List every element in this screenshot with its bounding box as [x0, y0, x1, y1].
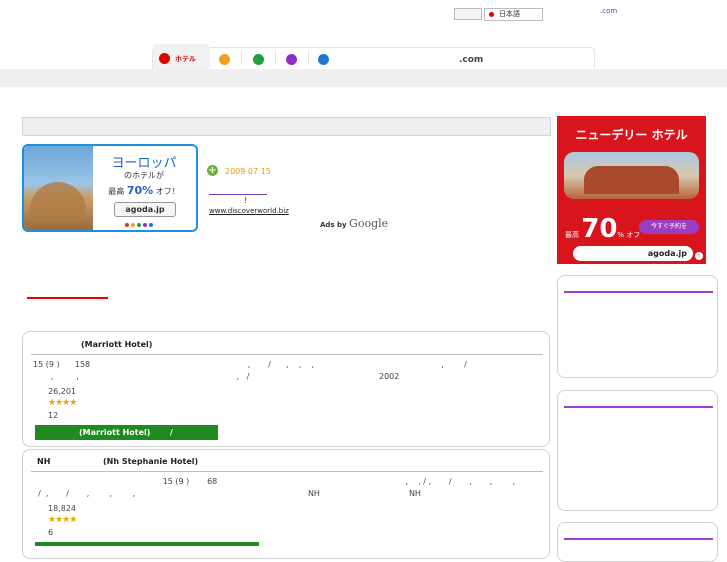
new-delhi-hotel-ad[interactable]: ニューデリー ホテル 最高 70% オフ 今すぐ予約を agoda.jp i	[557, 116, 706, 264]
europe-hotel-banner[interactable]: ヨーロッパ のホテルが 最高 70% オフ！ agoda.jp	[22, 144, 198, 232]
hotel-book-bar[interactable]	[35, 542, 259, 546]
tab-green[interactable]	[253, 54, 264, 65]
subnav-band	[0, 69, 727, 87]
banner-dots	[125, 220, 155, 229]
ad-url[interactable]: www.discoverworld.biz	[209, 207, 289, 215]
building-image	[564, 152, 699, 199]
language-label: 日本語	[499, 10, 520, 18]
side-ad-discount: 最高 70% オフ	[565, 214, 641, 244]
divider	[31, 471, 543, 472]
hotel-reviews: 18,824	[48, 504, 76, 513]
side-box	[557, 522, 718, 562]
info-icon[interactable]: i	[695, 252, 703, 260]
banner-line1: のホテルが	[124, 171, 164, 180]
banner-title: ヨーロッパ	[111, 156, 177, 171]
hotel-desc-line: 15 (9 ) 68 , , / , / , , , , ,	[33, 477, 627, 486]
star-rating: ★★★★	[48, 515, 77, 525]
ad-link[interactable]	[209, 194, 267, 195]
tab-blue[interactable]	[318, 54, 329, 65]
tab-orange[interactable]	[219, 54, 230, 65]
banner-line2: 最高 70% オフ！	[108, 184, 180, 197]
hotel-card: (Marriott Hotel) 15 (9 ) 158 , / , , , ,…	[22, 331, 550, 447]
hotel-name[interactable]: (Nh Stephanie Hotel)	[103, 457, 198, 466]
top-link[interactable]: .com	[600, 7, 617, 15]
hotel-reviews: 26,201	[48, 387, 76, 396]
search-bar	[22, 117, 551, 136]
star-rating: ★★★★	[48, 398, 77, 408]
divider	[31, 354, 543, 355]
side-ad-title: ニューデリー ホテル	[575, 128, 688, 142]
plus-icon[interactable]: +	[207, 165, 218, 176]
hotel-card: NH (Nh Stephanie Hotel) 15 (9 ) 68 , , /…	[22, 449, 627, 559]
reserve-now-button[interactable]: 今すぐ予約を	[639, 220, 699, 234]
agoda-logo: agoda.jp	[573, 246, 693, 261]
hotel-count: 12	[48, 411, 59, 420]
language-select[interactable]: 日本語	[484, 8, 543, 21]
hotel-count: 6	[48, 528, 54, 537]
tab-divider	[308, 50, 309, 65]
tab-divider	[241, 50, 242, 65]
hotel-book-bar[interactable]: (Marriott Hotel) / /	[35, 425, 234, 440]
side-box	[557, 390, 718, 511]
hotel-tab-label: ホテル	[175, 55, 196, 63]
side-box	[557, 275, 718, 378]
ad-exclaim: !	[244, 196, 248, 205]
japan-flag-icon	[489, 11, 494, 17]
hotel-desc-line: / , / , , , NH NH	[33, 489, 421, 498]
language-button[interactable]	[454, 8, 482, 20]
agoda-button[interactable]: agoda.jp	[114, 202, 176, 217]
hotel-name[interactable]: (Marriott Hotel)	[81, 340, 152, 349]
hotel-desc-line: 15 (9 ) 158 , / , , , , /	[33, 360, 467, 369]
colosseum-image	[24, 146, 93, 230]
tabs-domain-text: .com	[459, 55, 484, 65]
tab-purple[interactable]	[286, 54, 297, 65]
tab-divider	[275, 50, 276, 65]
hotel-tab-icon	[159, 53, 170, 64]
ad-date: 2009 07 15	[225, 167, 271, 176]
ads-by-google[interactable]: Ads by Google	[320, 217, 388, 230]
hotel-prefix[interactable]: NH	[37, 457, 50, 466]
hotel-desc-line: , , , / 2002	[33, 372, 400, 381]
section-heading-underline	[27, 297, 108, 299]
